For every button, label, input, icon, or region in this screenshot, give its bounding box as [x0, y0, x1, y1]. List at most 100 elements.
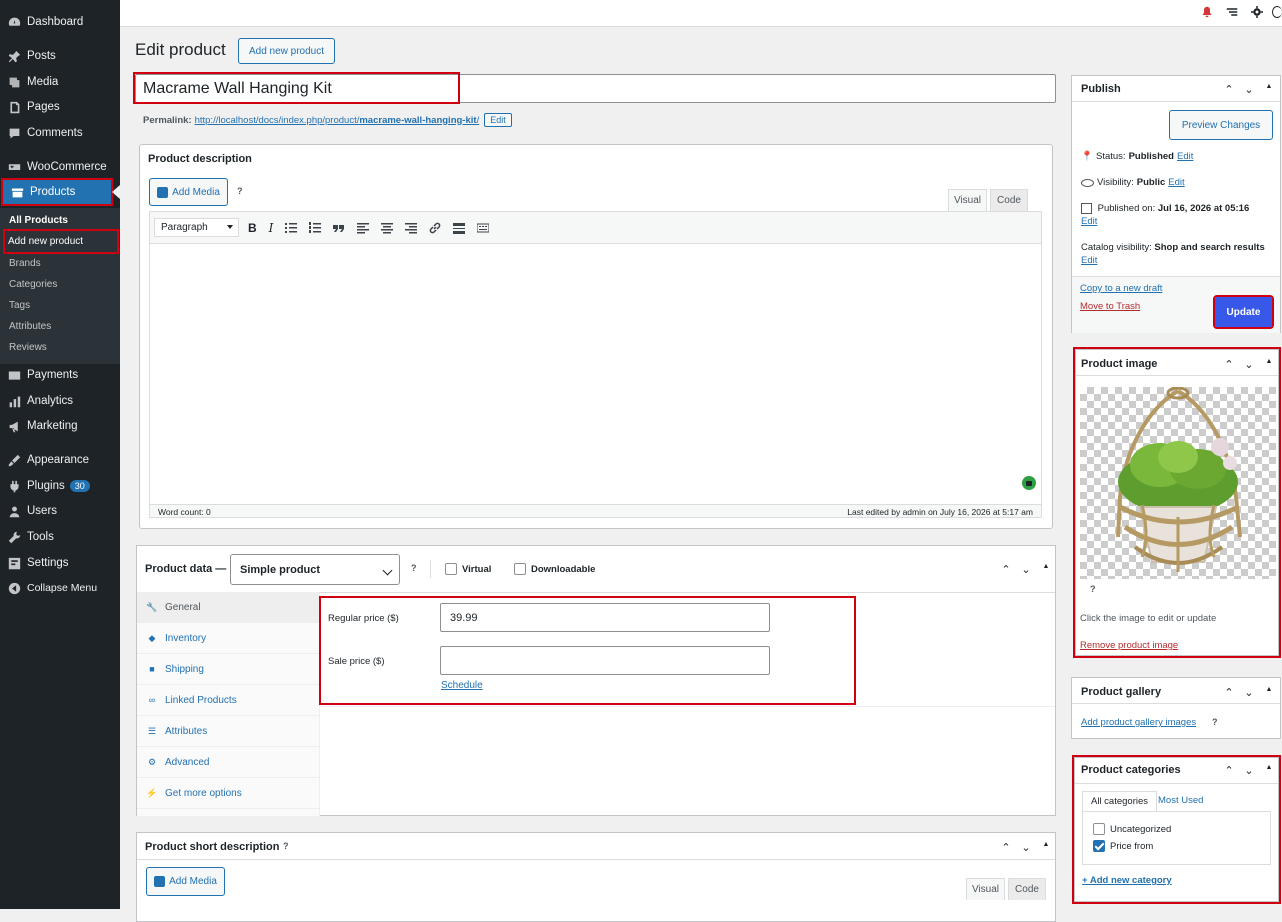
- sidebar-item-tools[interactable]: Tools: [0, 525, 120, 549]
- move-up-chevron-icon[interactable]: ⌃: [999, 563, 1013, 576]
- catalog-visibility-edit-link[interactable]: Edit: [1081, 255, 1097, 266]
- move-up-chevron-icon[interactable]: ⌃: [999, 841, 1013, 854]
- tab-inventory[interactable]: ◆ Inventory: [137, 623, 319, 654]
- blockquote-icon[interactable]: [333, 222, 345, 234]
- sale-price-input[interactable]: [440, 646, 770, 675]
- schedule-link[interactable]: Schedule: [441, 680, 483, 691]
- move-down-chevron-icon[interactable]: ⌄: [1242, 686, 1256, 699]
- toggle-panel-triangle-icon[interactable]: ▲: [1262, 764, 1276, 777]
- submenu-tags[interactable]: Tags: [9, 300, 30, 311]
- submenu-attributes[interactable]: Attributes: [9, 321, 51, 332]
- tab-most-used[interactable]: Most Used: [1158, 795, 1203, 806]
- submenu-add-new-product[interactable]: Add new product: [3, 229, 119, 254]
- gallery-help-icon[interactable]: ?: [1212, 717, 1218, 727]
- tab-advanced[interactable]: ⚙ Advanced: [137, 747, 319, 778]
- preview-changes-button[interactable]: Preview Changes: [1169, 110, 1273, 140]
- category-item-uncategorized[interactable]: Uncategorized: [1093, 823, 1171, 835]
- toolbar-toggle-icon[interactable]: [477, 222, 490, 234]
- downloadable-checkbox[interactable]: [514, 563, 526, 575]
- sidebar-item-posts[interactable]: Posts: [0, 44, 120, 68]
- sidebar-item-pages[interactable]: Pages: [0, 95, 120, 119]
- move-up-chevron-icon[interactable]: ⌃: [1222, 83, 1236, 96]
- move-down-chevron-icon[interactable]: ⌄: [1242, 358, 1256, 371]
- numbered-list-icon[interactable]: [309, 222, 322, 234]
- sidebar-item-woocommerce[interactable]: WooCommerce: [0, 155, 120, 179]
- add-new-product-button[interactable]: Add new product: [238, 38, 335, 64]
- permalink-link[interactable]: http://localhost/docs/index.php/product/…: [195, 115, 480, 126]
- align-left-icon[interactable]: [357, 222, 370, 234]
- short-tab-visual[interactable]: Visual: [966, 878, 1005, 900]
- tab-code[interactable]: Code: [990, 189, 1028, 211]
- sidebar-item-appearance[interactable]: Appearance: [0, 448, 120, 472]
- help-circle-icon[interactable]: [1272, 6, 1282, 18]
- sidebar-item-marketing[interactable]: Marketing: [0, 414, 120, 438]
- product-type-help-icon[interactable]: ?: [411, 563, 417, 573]
- add-gallery-images-link[interactable]: Add product gallery images: [1081, 717, 1196, 728]
- format-select[interactable]: Paragraph: [154, 218, 239, 237]
- italic-icon[interactable]: I: [269, 222, 274, 234]
- move-down-chevron-icon[interactable]: ⌄: [1019, 563, 1033, 576]
- sidebar-item-comments[interactable]: Comments: [0, 121, 120, 145]
- short-add-media-button[interactable]: Add Media: [146, 867, 225, 896]
- bold-icon[interactable]: B: [248, 222, 257, 234]
- move-up-chevron-icon[interactable]: ⌃: [1222, 358, 1236, 371]
- sidebar-item-analytics[interactable]: Analytics: [0, 389, 120, 413]
- move-up-chevron-icon[interactable]: ⌃: [1222, 686, 1236, 699]
- add-media-button[interactable]: Add Media: [149, 178, 228, 206]
- toggle-panel-triangle-icon[interactable]: ▲: [1262, 686, 1276, 699]
- visibility-edit-link[interactable]: Edit: [1168, 177, 1184, 188]
- category-item-price-from[interactable]: Price from: [1093, 840, 1153, 852]
- short-tab-code[interactable]: Code: [1008, 878, 1046, 900]
- product-image-thumbnail[interactable]: [1080, 386, 1276, 579]
- gear-icon[interactable]: [1251, 6, 1265, 20]
- tab-all-categories[interactable]: All categories: [1082, 791, 1157, 811]
- virtual-checkbox[interactable]: [445, 563, 457, 575]
- tab-attributes[interactable]: ☰ Attributes: [137, 716, 319, 747]
- product-image-help-icon[interactable]: ?: [1090, 584, 1096, 594]
- add-new-category-link[interactable]: + Add new category: [1082, 875, 1172, 886]
- sidebar-item-media[interactable]: Media: [0, 70, 120, 94]
- move-down-chevron-icon[interactable]: ⌄: [1242, 764, 1256, 777]
- product-type-select[interactable]: Simple product: [230, 554, 400, 585]
- tab-linked-products[interactable]: ∞ Linked Products: [137, 685, 319, 716]
- copy-to-draft-link[interactable]: Copy to a new draft: [1080, 283, 1162, 294]
- price-from-checkbox[interactable]: [1093, 840, 1105, 852]
- sidebar-item-plugins[interactable]: Plugins 30: [0, 474, 120, 498]
- toggle-panel-triangle-icon[interactable]: ▲: [1039, 563, 1053, 576]
- move-to-trash-link[interactable]: Move to Trash: [1080, 301, 1140, 312]
- submenu-reviews[interactable]: Reviews: [9, 342, 47, 353]
- sidebar-item-collapse-menu[interactable]: Collapse Menu: [0, 576, 120, 600]
- sidebar-item-products[interactable]: Products: [1, 178, 113, 206]
- add-media-help-icon[interactable]: ?: [237, 186, 243, 196]
- sidebar-item-users[interactable]: Users: [0, 499, 120, 523]
- link-icon[interactable]: [429, 222, 441, 234]
- submenu-all-products[interactable]: All Products: [9, 215, 68, 226]
- tab-shipping[interactable]: ■ Shipping: [137, 654, 319, 685]
- submenu-categories[interactable]: Categories: [9, 279, 57, 290]
- tab-get-more-options[interactable]: ⚡ Get more options: [137, 778, 319, 809]
- toggle-panel-triangle-icon[interactable]: ▲: [1262, 83, 1276, 96]
- product-title-input[interactable]: Macrame Wall Hanging Kit: [135, 74, 1056, 103]
- update-button[interactable]: Update: [1213, 295, 1274, 329]
- activity-list-icon[interactable]: [1226, 6, 1240, 20]
- status-edit-link[interactable]: Edit: [1177, 151, 1193, 162]
- move-down-chevron-icon[interactable]: ⌄: [1019, 841, 1033, 854]
- sidebar-item-dashboard[interactable]: Dashboard: [0, 10, 120, 34]
- move-up-chevron-icon[interactable]: ⌃: [1222, 764, 1236, 777]
- toggle-panel-triangle-icon[interactable]: ▲: [1262, 358, 1276, 371]
- tab-visual[interactable]: Visual: [948, 189, 987, 211]
- uncategorized-checkbox[interactable]: [1093, 823, 1105, 835]
- permalink-edit-button[interactable]: Edit: [484, 113, 512, 127]
- submenu-brands[interactable]: Brands: [9, 258, 41, 269]
- bulleted-list-icon[interactable]: [285, 222, 298, 234]
- published-on-edit-link[interactable]: Edit: [1081, 216, 1097, 227]
- align-right-icon[interactable]: [405, 222, 418, 234]
- sidebar-item-settings[interactable]: Settings: [0, 551, 120, 575]
- toggle-panel-triangle-icon[interactable]: ▲: [1039, 841, 1053, 854]
- remove-product-image-link[interactable]: Remove product image: [1080, 640, 1178, 651]
- tab-general[interactable]: 🔧 General: [137, 592, 319, 623]
- align-center-icon[interactable]: [381, 222, 394, 234]
- move-down-chevron-icon[interactable]: ⌄: [1242, 83, 1256, 96]
- regular-price-input[interactable]: 39.99: [440, 603, 770, 632]
- assistant-robot-icon[interactable]: [1022, 476, 1036, 490]
